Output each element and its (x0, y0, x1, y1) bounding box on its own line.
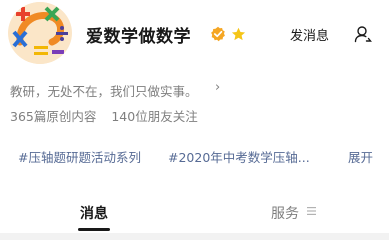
followers-count: 140位朋友关注 (111, 109, 198, 124)
menu-lines-icon (307, 207, 316, 215)
expand-button[interactable]: 展开 (348, 147, 373, 166)
user-icon[interactable] (354, 25, 372, 43)
account-name: 爱数学做数学 (86, 27, 191, 47)
topic-tag[interactable]: #2020年中考数学压轴... (168, 147, 310, 166)
tab-services[interactable]: 服务 (271, 203, 299, 223)
account-intro[interactable]: 教研，无处不在，我们只做实事。 (10, 81, 198, 100)
tab-messages[interactable]: 消息 (80, 203, 108, 223)
topic-tag[interactable]: #压轴题研题活动系列 (18, 147, 141, 166)
chevron-right-icon[interactable]: › (215, 80, 220, 95)
articles-count: 365篇原创内容 (10, 109, 97, 124)
account-avatar[interactable] (8, 2, 72, 64)
section-divider (0, 233, 389, 240)
verified-badge-icon (211, 26, 225, 42)
star-icon (231, 27, 246, 41)
account-stats: 365篇原创内容 140位朋友关注 (10, 106, 198, 125)
send-message-button[interactable]: 发消息 (290, 25, 329, 44)
active-tab-indicator (78, 228, 110, 231)
math-logo-icon (9, 2, 71, 64)
